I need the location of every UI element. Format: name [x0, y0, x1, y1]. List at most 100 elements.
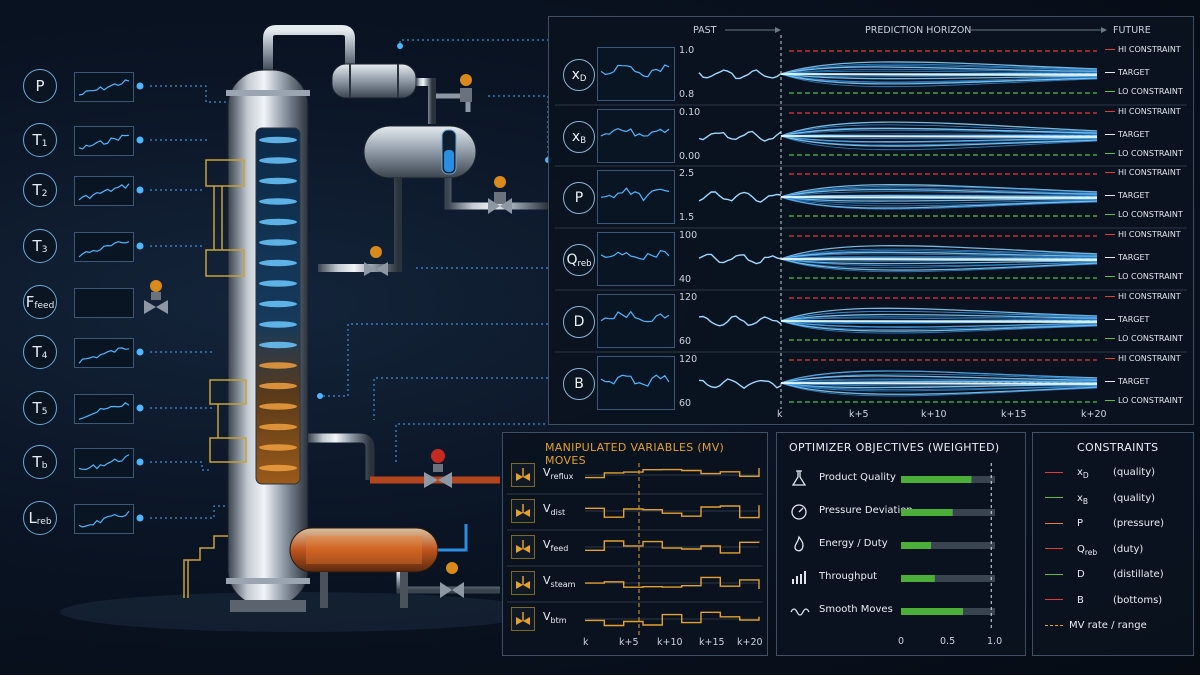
cv-history-line: [600, 310, 670, 323]
symbol-sub: 3: [41, 245, 48, 255]
sensor-p: P: [23, 69, 57, 103]
objective-bar: [901, 542, 932, 549]
constraint-symbol: xB: [1077, 493, 1105, 506]
sensor-sparkline: [78, 134, 130, 150]
sensor-t4: T4: [23, 335, 57, 369]
mv-moves-panel: MANIPULATED VARIABLES (MV) MOVES Vreflux…: [502, 432, 768, 656]
sparkline-path: [78, 183, 130, 201]
constraint-swatch: [1045, 522, 1063, 524]
cv-history-line: [600, 187, 670, 202]
x-tick: k+15: [1001, 409, 1027, 420]
column-tray: [259, 198, 297, 205]
sensor-sparkline: [78, 454, 130, 471]
constraint-swatch: [1045, 599, 1063, 600]
column-tray: [259, 259, 297, 267]
mv-move-profile: [585, 468, 760, 479]
past-trajectory: [698, 69, 782, 80]
sensor-trend-box: [74, 232, 134, 262]
symbol-main: B: [1077, 594, 1084, 606]
objectives-panel: OPTIMIZER OBJECTIVES (WEIGHTED) Product …: [776, 432, 1026, 656]
constraint-symbol: B: [1077, 595, 1105, 606]
sensor-lreb: Lreb: [23, 501, 57, 535]
sensor-t3: T3: [23, 229, 57, 263]
symbol-sub: 4: [41, 351, 48, 361]
x-tick: k+10: [921, 409, 947, 420]
objective-bar: [901, 608, 963, 615]
symbol-sub: D: [1082, 471, 1089, 480]
predicted-mean-trajectory: [780, 320, 1098, 323]
diagram-stage: P T 1 T 2 T 3 Ffeed T 4 T 5 Tb Lreb PAST…: [0, 0, 1200, 675]
constraint-swatch: [1045, 548, 1063, 549]
constraint-row: B (bottoms): [1045, 595, 1162, 606]
flame-icon: [794, 535, 804, 552]
constraint-row: P (pressure): [1045, 518, 1164, 529]
constraints-title: CONSTRAINTS: [1077, 441, 1159, 454]
constraint-desc: (bottoms): [1113, 594, 1163, 606]
column-tray: [259, 157, 297, 164]
symbol-sub: 2: [41, 189, 48, 199]
sensor-trend-box: [74, 72, 134, 102]
constraint-swatch: [1045, 497, 1063, 498]
gauge-icon: [791, 504, 807, 520]
column-tray: [259, 382, 297, 390]
wave-icon: [790, 608, 810, 616]
predicted-mean-trajectory: [780, 73, 1098, 76]
sensor-trend-box: [74, 504, 134, 534]
constraint-desc: (quality): [1113, 492, 1156, 504]
mv-x-tick: k+10: [657, 637, 683, 648]
flask-icon: [791, 470, 807, 486]
constraint-row: Qreb (duty): [1045, 544, 1143, 557]
sparkline-path: [78, 402, 130, 420]
column-tray: [259, 280, 297, 287]
symbol-sub: feed: [34, 301, 55, 311]
past-trajectory: [698, 315, 782, 327]
mv-chart-area: [507, 463, 763, 637]
sensor-tb: Tb: [23, 445, 57, 479]
symbol-main: T: [32, 237, 42, 255]
predicted-mean-trajectory: [780, 382, 1098, 385]
column-tray: [259, 423, 297, 431]
mv-x-tick: k+20: [737, 637, 763, 648]
constraint-desc: (duty): [1113, 543, 1144, 555]
sensor-sparkline: [78, 347, 130, 364]
symbol-main: P: [1077, 518, 1084, 529]
symbol-main: T: [32, 131, 42, 149]
cv-history-line: [600, 127, 670, 137]
mv-x-tick: k+15: [699, 637, 725, 648]
mv-x-tick: k+5: [619, 637, 639, 648]
constraint-desc: (pressure): [1113, 518, 1164, 529]
sparkline-path: [78, 510, 130, 528]
sensor-trend-box: [74, 394, 134, 424]
cv-history-line: [600, 374, 670, 387]
sensor-sparkline: [78, 79, 130, 96]
predicted-mean-trajectory: [780, 196, 1098, 199]
symbol-main: L: [28, 509, 37, 527]
symbol-main: F: [25, 293, 35, 311]
constraint-row: MV rate / range: [1045, 620, 1147, 631]
sensor-sparkline: [78, 183, 130, 201]
constraints-panel: CONSTRAINTS xD (quality) xB (quality) P (pres…: [1032, 432, 1194, 656]
bar-chart-icon: [792, 571, 806, 584]
column-tray: [259, 321, 297, 328]
column-tray: [259, 300, 297, 308]
sensor-t2: T2: [23, 173, 57, 207]
column-tray: [259, 136, 297, 144]
objective-bar: [901, 476, 972, 483]
symbol-main: T: [32, 343, 42, 361]
sensor-trend-box: [74, 176, 134, 206]
constraint-row: D (distillate): [1045, 569, 1164, 580]
predicted-mean-trajectory: [780, 135, 1098, 138]
constraint-swatch: [1045, 624, 1063, 626]
objective-bar: [901, 509, 953, 516]
objective-x-tick: 1.0: [987, 636, 1003, 647]
constraint-symbol: xD: [1077, 467, 1105, 480]
constraint-desc: (quality): [1113, 467, 1156, 478]
sensor-trend-box: [74, 126, 134, 156]
constraint-swatch: [1045, 573, 1063, 575]
symbol-main: T: [32, 453, 42, 471]
constraint-swatch: [1045, 471, 1063, 473]
cv-history-line: [600, 64, 670, 78]
constraint-symbol: P: [1077, 518, 1105, 529]
column-tray: [259, 464, 297, 472]
sensor-t5: T5: [23, 391, 57, 425]
